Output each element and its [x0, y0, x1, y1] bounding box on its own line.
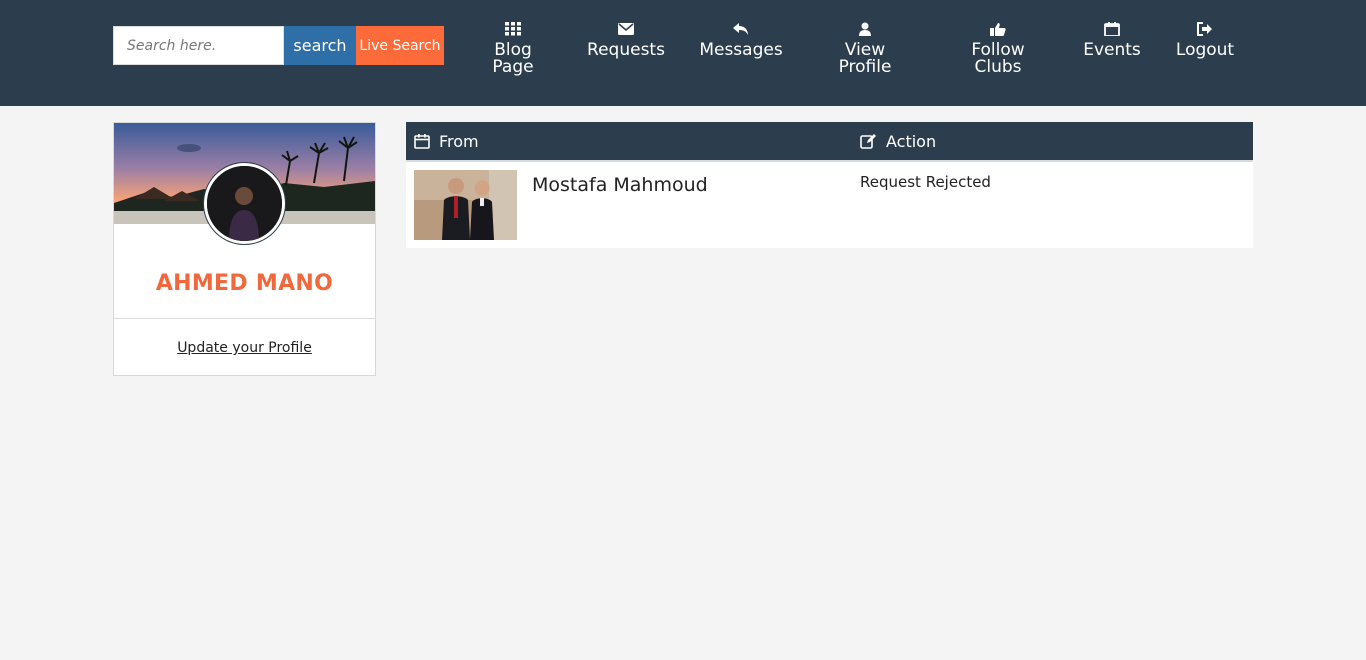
live-search-button[interactable]: Live Search [356, 26, 444, 65]
thumbs-up-icon [990, 23, 1006, 36]
calendar-icon [414, 134, 430, 149]
profile-name: AHMED MANO [155, 271, 334, 296]
user-icon [859, 22, 871, 36]
nav-blog-label-2: Page [492, 57, 534, 77]
nav-follow-clubs[interactable]: Follow Clubs [948, 22, 1048, 76]
column-header-action-label: Action [886, 131, 937, 151]
request-status: Request Rejected [860, 173, 991, 191]
nav-clubs-label-2: Clubs [974, 57, 1022, 77]
profile-card: AHMED MANO Update your Profile [113, 122, 376, 376]
edit-icon [860, 134, 876, 149]
requester-photo[interactable] [414, 170, 517, 240]
requests-table-body: Mostafa Mahmoud Request Rejected [406, 160, 1253, 248]
search-button[interactable]: search [284, 26, 356, 65]
nav-logout-label: Logout [1175, 40, 1235, 60]
search-input[interactable] [113, 26, 284, 65]
search-form: search Live Search [113, 26, 444, 65]
card-divider [114, 318, 375, 319]
envelope-icon [618, 23, 634, 35]
nav-logout[interactable]: Logout [1155, 22, 1255, 59]
nav-messages-label: Messages [699, 40, 783, 60]
avatar [204, 163, 285, 244]
grid-icon [505, 22, 521, 36]
nav-requests[interactable]: Requests [576, 22, 676, 59]
nav-blog-page[interactable]: Blog Page [463, 22, 563, 76]
update-profile-link[interactable]: Update your Profile [114, 340, 375, 356]
reply-icon [733, 23, 748, 35]
nav-events-label: Events [1083, 40, 1141, 60]
nav-view-profile[interactable]: View Profile [815, 22, 915, 76]
calendar-icon [1104, 22, 1120, 36]
column-header-from-label: From [439, 131, 479, 151]
sign-out-icon [1197, 22, 1212, 36]
nav-messages[interactable]: Messages [691, 22, 791, 59]
top-navbar: search Live Search Blog Page Requests Me… [0, 0, 1366, 106]
requests-table-header: From Action [406, 122, 1253, 160]
nav-profile-label-2: Profile [838, 57, 892, 77]
column-header-from: From [414, 122, 479, 160]
nav-events[interactable]: Events [1062, 22, 1162, 59]
column-header-action: Action [860, 122, 936, 160]
requester-name[interactable]: Mostafa Mahmoud [532, 174, 708, 196]
nav-requests-label: Requests [587, 40, 665, 60]
